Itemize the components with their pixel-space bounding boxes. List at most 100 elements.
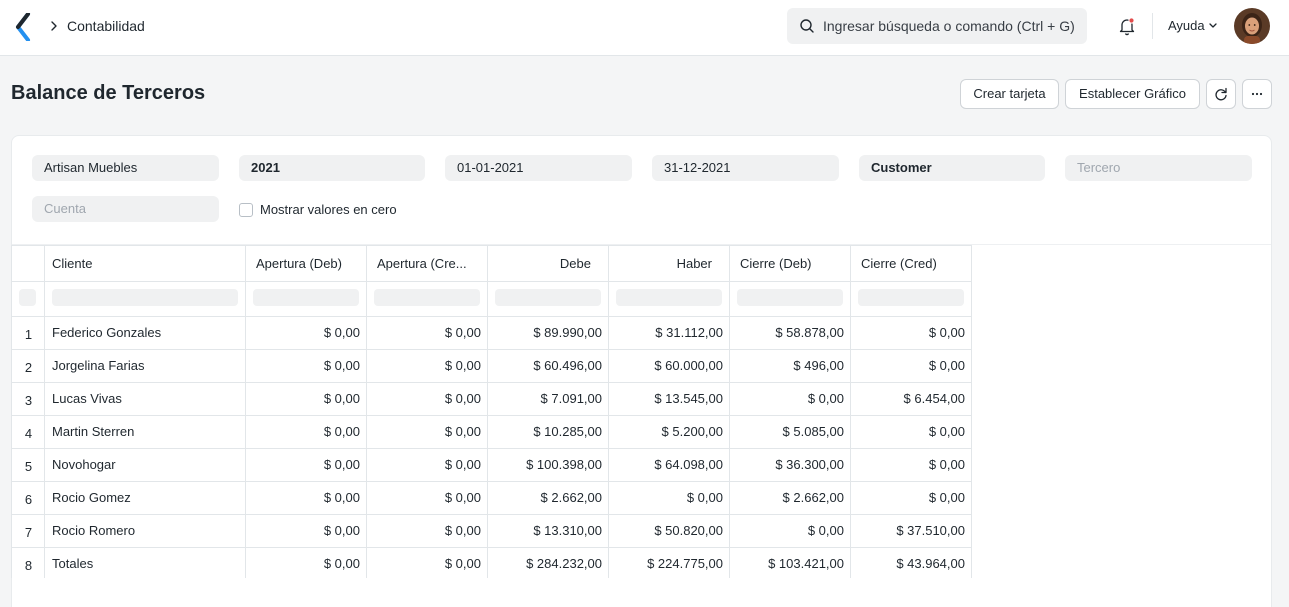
column-header[interactable]: Debe [488, 246, 591, 281]
amount-cell: $ 0,00 [323, 325, 360, 340]
notification-bell-icon[interactable] [1117, 16, 1137, 36]
amount-cell: $ 36.300,00 [775, 457, 844, 472]
show-zero-label[interactable]: Mostrar valores en cero [260, 201, 397, 218]
amount-cell: $ 224.775,00 [647, 556, 723, 571]
amount-cell: $ 5.085,00 [782, 424, 844, 439]
more-actions-button[interactable] [1242, 79, 1272, 109]
amount-cell: $ 0,00 [807, 523, 844, 538]
amount-cell: $ 64.098,00 [654, 457, 723, 472]
amount-cell: $ 60.000,00 [654, 358, 723, 373]
amount-cell: $ 284.232,00 [526, 556, 602, 571]
amount-cell: $ 0,00 [444, 556, 481, 571]
row-number: 5 [24, 459, 33, 474]
search-bar[interactable]: Ingresar búsqueda o comando (Ctrl + G) [787, 8, 1087, 44]
column-filter-input[interactable] [52, 289, 238, 306]
party-name-cell[interactable]: Rocio Gomez [52, 490, 131, 506]
account-filter[interactable]: Cuenta [32, 196, 219, 222]
amount-cell: $ 0,00 [444, 424, 481, 439]
amount-cell: $ 13.310,00 [533, 523, 602, 538]
column-header[interactable]: Cliente [52, 246, 239, 281]
amount-cell: $ 10.285,00 [533, 424, 602, 439]
row-number: 3 [24, 393, 33, 408]
amount-cell: $ 13.545,00 [654, 391, 723, 406]
amount-cell: $ 103.421,00 [768, 556, 844, 571]
column-filter-input[interactable] [495, 289, 601, 306]
fiscal-year-filter[interactable]: 2021 [239, 155, 425, 181]
column-header[interactable]: Cierre (Deb) [740, 246, 847, 281]
refresh-button[interactable] [1206, 79, 1236, 109]
amount-cell: $ 58.878,00 [775, 325, 844, 340]
amount-cell: $ 0,00 [444, 325, 481, 340]
search-placeholder: Ingresar búsqueda o comando (Ctrl + G) [823, 18, 1075, 34]
table-row-divider [12, 514, 972, 515]
party-name-cell[interactable]: Rocio Romero [52, 523, 135, 539]
column-filter-input[interactable] [374, 289, 480, 306]
amount-cell: $ 2.662,00 [782, 490, 844, 505]
amount-cell: $ 0,00 [323, 556, 360, 571]
party-name-cell[interactable]: Federico Gonzales [52, 325, 161, 341]
column-filter-input[interactable] [858, 289, 964, 306]
more-horizontal-icon [1251, 92, 1263, 96]
amount-cell: $ 0,00 [444, 358, 481, 373]
amount-cell: $ 0,00 [928, 424, 965, 439]
row-number: 4 [24, 426, 33, 441]
row-number: 7 [24, 525, 33, 540]
breadcrumb-contabilidad[interactable]: Contabilidad [67, 17, 145, 35]
amount-cell: $ 0,00 [444, 457, 481, 472]
table-row-divider [12, 316, 972, 317]
column-header[interactable]: Cierre (Cred) [861, 246, 968, 281]
table-row-divider [12, 281, 972, 282]
amount-cell: $ 0,00 [323, 490, 360, 505]
show-zero-checkbox[interactable] [239, 203, 253, 217]
amount-cell: $ 0,00 [444, 490, 481, 505]
help-menu[interactable]: Ayuda [1168, 18, 1205, 34]
user-avatar[interactable] [1234, 8, 1270, 44]
amount-cell: $ 0,00 [807, 391, 844, 406]
amount-cell: $ 31.112,00 [655, 325, 723, 340]
column-header[interactable]: Apertura (Cre... [377, 246, 484, 281]
to-date-filter[interactable]: 31-12-2021 [652, 155, 839, 181]
row-number: 2 [24, 360, 33, 375]
column-header[interactable]: Haber [609, 246, 712, 281]
amount-cell: $ 0,00 [686, 490, 723, 505]
amount-cell: $ 0,00 [323, 358, 360, 373]
table-row-divider [12, 448, 972, 449]
row-number: 6 [24, 492, 33, 507]
chevron-down-icon[interactable] [1208, 22, 1218, 30]
table-row-divider [12, 547, 972, 548]
column-header[interactable]: Apertura (Deb) [256, 246, 363, 281]
party-name-cell[interactable]: Totales [52, 556, 93, 572]
amount-cell: $ 0,00 [444, 391, 481, 406]
amount-cell: $ 0,00 [928, 490, 965, 505]
column-filter-input[interactable] [737, 289, 843, 306]
row-number: 1 [24, 327, 33, 342]
amount-cell: $ 0,00 [323, 424, 360, 439]
party-type-filter[interactable]: Customer [859, 155, 1045, 181]
party-name-cell[interactable]: Martin Sterren [52, 424, 134, 440]
amount-cell: $ 43.964,00 [896, 556, 965, 571]
column-filter-input[interactable] [253, 289, 359, 306]
party-name-cell[interactable]: Novohogar [52, 457, 116, 473]
amount-cell: $ 0,00 [928, 325, 965, 340]
from-date-filter[interactable]: 01-01-2021 [445, 155, 632, 181]
column-filter-input[interactable] [616, 289, 722, 306]
amount-cell: $ 50.820,00 [654, 523, 723, 538]
search-icon [800, 19, 814, 33]
app-logo-icon[interactable] [14, 13, 34, 41]
create-card-button[interactable]: Crear tarjeta [960, 79, 1059, 109]
set-chart-button[interactable]: Establecer Gráfico [1065, 79, 1200, 109]
party-name-cell[interactable]: Jorgelina Farias [52, 358, 145, 374]
party-name-cell[interactable]: Lucas Vivas [52, 391, 122, 407]
table-row-divider [12, 481, 972, 482]
table-row-divider [12, 382, 972, 383]
amount-cell: $ 6.454,00 [903, 391, 965, 406]
report-table: Cliente Apertura (Deb) Apertura (Cre... Deb… [11, 245, 972, 578]
amount-cell: $ 0,00 [323, 523, 360, 538]
table-row-divider [12, 349, 972, 350]
row-select-filter[interactable] [19, 289, 36, 306]
navbar: Contabilidad Ingresar búsqueda o comando… [0, 0, 1289, 56]
company-filter[interactable]: Artisan Muebles [32, 155, 219, 181]
party-filter[interactable]: Tercero [1065, 155, 1252, 181]
amount-cell: $ 7.091,00 [540, 391, 602, 406]
amount-cell: $ 0,00 [928, 358, 965, 373]
